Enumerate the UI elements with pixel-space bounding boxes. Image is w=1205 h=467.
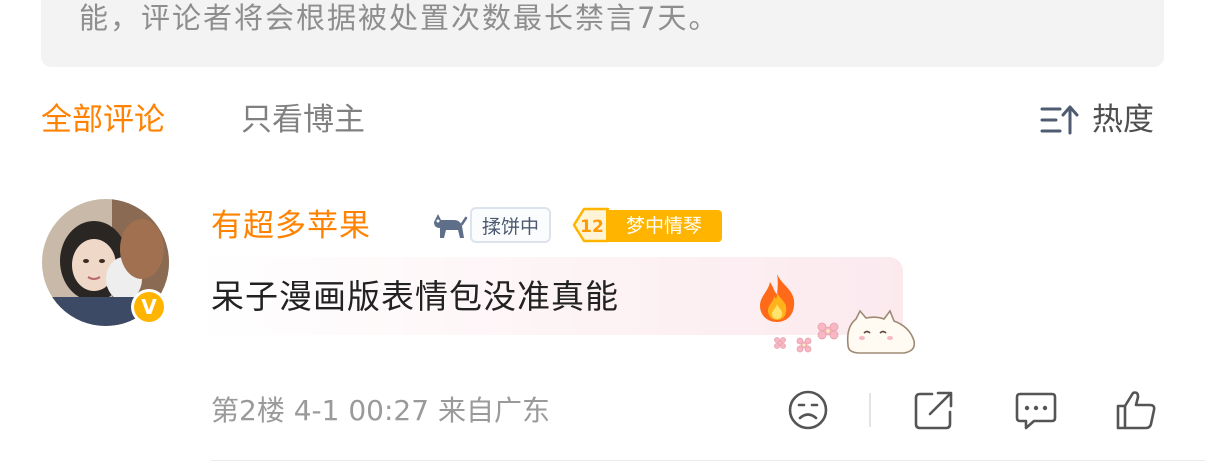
sad-face-icon[interactable] <box>786 388 830 432</box>
comment-text: 呆子漫画版表情包没准真能 <box>211 277 619 316</box>
username[interactable]: 有超多苹果 <box>211 206 371 246</box>
notice-text: 能，评论者将会根据被处置次数最长禁言7天。 <box>79 1 720 35</box>
notice-banner: 能，评论者将会根据被处置次数最长禁言7天。 <box>41 0 1164 67</box>
action-divider <box>869 393 871 427</box>
verified-icon: V <box>134 292 164 322</box>
close-icon[interactable] <box>1086 0 1126 6</box>
sort-label: 热度 <box>1092 102 1154 138</box>
comment-separator <box>211 460 1205 461</box>
floor-number: 第2楼 <box>211 394 285 427</box>
cat-flower-decoration <box>774 309 916 354</box>
comment-meta: 第2楼 4-1 00:27 来自广东 <box>211 392 550 430</box>
fan-level-text: 12 <box>580 217 604 237</box>
comment-page: 能，评论者将会根据被处置次数最长禁言7天。 全部评论 只看博主 热度 V 有超多… <box>0 0 1205 467</box>
dog-icon <box>434 214 468 238</box>
comment-time: 4-1 00:27 <box>293 394 430 427</box>
fan-badge-label: 梦中情琴 <box>606 210 722 242</box>
thumbs-up-icon[interactable] <box>1114 388 1158 432</box>
status-badge: 揉饼中 <box>470 207 552 243</box>
comment-location: 来自广东 <box>437 394 550 427</box>
sort-icon <box>1040 105 1079 135</box>
tab-blogger-only[interactable]: 只看博主 <box>241 100 365 140</box>
comment-icon[interactable] <box>1014 388 1058 432</box>
share-icon[interactable] <box>912 388 956 432</box>
verified-badge: V <box>131 289 167 325</box>
sort-button[interactable]: 热度 <box>1040 100 1154 140</box>
tab-all-comments[interactable]: 全部评论 <box>41 100 165 140</box>
